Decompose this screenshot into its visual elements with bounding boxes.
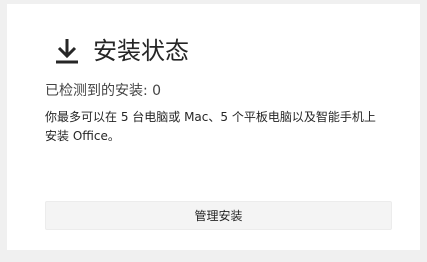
install-status-card: 安装状态 已检测到的安装: 0 你最多可以在 5 台电脑或 Mac、5 个平板电… [7,4,420,250]
install-limit-description: 你最多可以在 5 台电脑或 Mac、5 个平板电脑以及智能手机上安装 Offic… [45,110,376,143]
page-title: 安装状态 [93,37,189,65]
download-icon [52,36,82,66]
title-row: 安装状态 [52,31,189,71]
detected-installs-count: 已检测到的安装: 0 [45,83,162,99]
manage-installs-button[interactable]: 管理安装 [45,201,392,230]
